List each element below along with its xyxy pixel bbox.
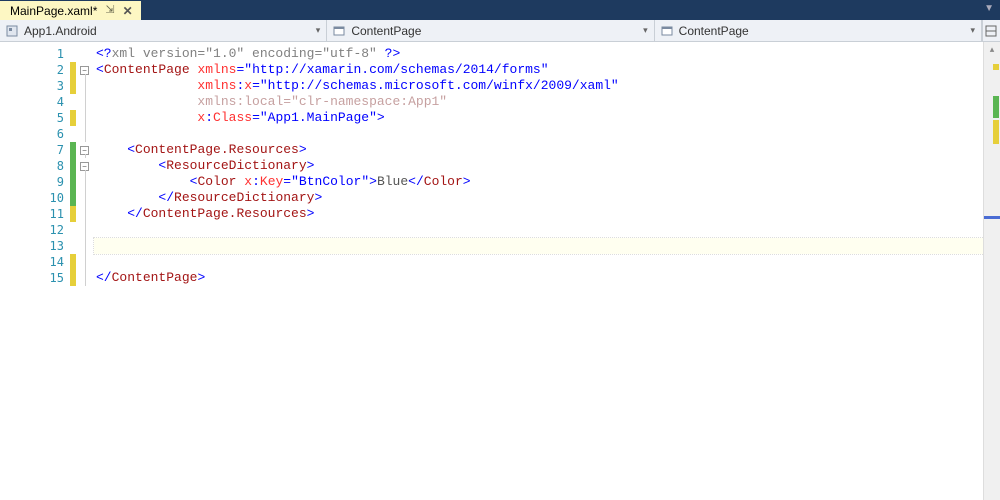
fold-cell [76,222,93,238]
line-number: 9 [0,174,70,190]
navigation-bar: App1.Android ▾ ContentPage ▾ ContentPage… [0,20,1000,42]
line-number: 1 [0,46,70,62]
fold-cell[interactable]: − [76,142,93,158]
code-line[interactable]: <Color x:Key="BtnColor">Blue</Color> [94,174,1000,190]
fold-cell[interactable]: − [76,62,93,78]
member-icon [661,25,673,37]
fold-cell [76,110,93,126]
fold-cell [76,206,93,222]
code-line[interactable]: </ContentPage.Resources> [94,206,1000,222]
fold-cell [76,78,93,94]
class-icon [333,25,345,37]
line-number-gutter: 123456789101112131415 [0,42,70,500]
line-number: 4 [0,94,70,110]
line-number: 13 [0,238,70,254]
chevron-down-icon: ▾ [970,25,975,36]
close-icon[interactable]: ✕ [123,4,133,18]
overview-caret-marker [984,216,1000,219]
code-editor[interactable]: 123456789101112131415 −−− <?xml version=… [0,42,1000,500]
document-tab-row: MainPage.xaml* ⇲ ✕ [0,0,1000,20]
chevron-down-icon: ▾ [643,25,648,36]
tab-overflow-icon[interactable]: ▼ [984,3,994,14]
code-area[interactable]: <?xml version="1.0" encoding="utf-8" ?><… [94,42,1000,500]
line-number: 8 [0,158,70,174]
code-line[interactable]: <ContentPage xmlns="http://xamarin.com/s… [94,62,1000,78]
member-dropdown-label: ContentPage [679,24,749,38]
code-line[interactable]: <ContentPage.Resources> [94,142,1000,158]
class-dropdown-label: ContentPage [351,24,421,38]
fold-cell [76,126,93,142]
line-number: 15 [0,270,70,286]
overview-marker [993,120,999,144]
class-dropdown[interactable]: ContentPage ▾ [327,20,654,41]
line-number: 3 [0,78,70,94]
title-bar: MainPage.xaml* ⇲ ✕ ▼ [0,0,1000,20]
line-number: 14 [0,254,70,270]
code-line[interactable]: x:Class="App1.MainPage"> [94,110,1000,126]
fold-cell [76,238,93,254]
line-number: 5 [0,110,70,126]
code-line[interactable] [94,254,1000,270]
code-line[interactable]: <ResourceDictionary> [94,158,1000,174]
fold-cell [76,270,93,286]
line-number: 11 [0,206,70,222]
line-number: 6 [0,126,70,142]
overview-marker [993,64,999,70]
fold-cell [76,94,93,110]
fold-cell [76,174,93,190]
fold-cell [76,46,93,62]
code-line[interactable] [94,222,1000,238]
file-tab-label: MainPage.xaml* [10,4,97,18]
project-dropdown-label: App1.Android [24,24,97,38]
code-line[interactable]: <?xml version="1.0" encoding="utf-8" ?> [94,46,1000,62]
fold-cell[interactable]: − [76,158,93,174]
code-line[interactable]: </ContentPage> [94,270,1000,286]
project-icon [6,25,18,37]
fold-column: −−− [76,42,94,500]
line-number: 2 [0,62,70,78]
line-number: 12 [0,222,70,238]
pin-icon[interactable]: ⇲ [105,5,114,16]
chevron-down-icon: ▾ [316,25,321,36]
code-line[interactable] [94,126,1000,142]
line-number: 10 [0,190,70,206]
overview-marker [993,96,999,118]
fold-cell [76,190,93,206]
code-line[interactable]: xmlns:x="http://schemas.microsoft.com/wi… [94,78,1000,94]
fold-cell [76,254,93,270]
file-tab-active[interactable]: MainPage.xaml* ⇲ ✕ [0,1,141,20]
member-dropdown[interactable]: ContentPage ▾ [655,20,982,41]
code-line[interactable]: xmlns:local="clr-namespace:App1" [94,94,1000,110]
split-editor-button[interactable] [982,20,1000,41]
scroll-up-arrow[interactable]: ▴ [984,42,1000,56]
project-dropdown[interactable]: App1.Android ▾ [0,20,327,41]
code-line[interactable]: </ResourceDictionary> [94,190,1000,206]
vertical-scrollbar[interactable]: ▴ [983,42,1000,500]
line-number: 7 [0,142,70,158]
code-line[interactable] [94,238,1000,254]
